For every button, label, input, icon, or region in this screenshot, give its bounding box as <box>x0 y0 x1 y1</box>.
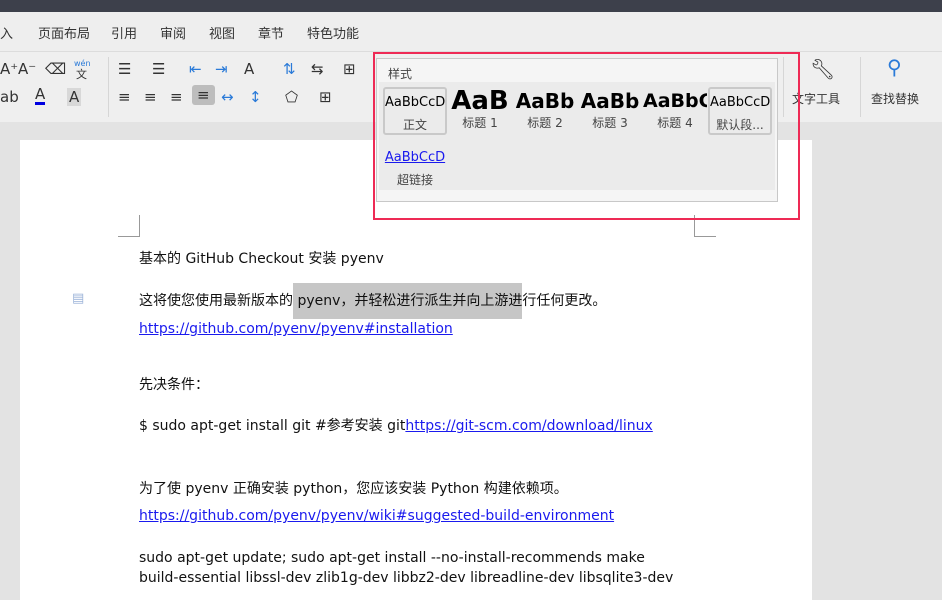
tab-special-features[interactable]: 特色功能 <box>307 23 359 42</box>
margin-mark <box>118 215 140 237</box>
decrease-indent-icon[interactable]: ⇤ <box>189 60 202 78</box>
wrench-icon[interactable]: 🔧︎ <box>810 59 835 79</box>
increase-indent-icon[interactable]: ⇥ <box>215 60 228 78</box>
distributed-icon[interactable]: ↔ <box>221 88 234 106</box>
paragraph-icon[interactable]: ▤ <box>72 290 84 308</box>
strikethrough-icon[interactable]: ab <box>0 88 19 106</box>
tab-page-layout[interactable]: 页面布局 <box>38 23 90 42</box>
tab-review[interactable]: 审阅 <box>160 23 186 42</box>
doc-line: 先决条件： <box>139 377 209 393</box>
align-center-icon[interactable]: ≡ <box>144 88 157 106</box>
tab-chapter[interactable]: 章节 <box>258 23 284 42</box>
shading-icon[interactable]: ⬠ <box>285 88 298 106</box>
numbered-list-icon[interactable]: ☰ <box>152 60 165 78</box>
borders-icon[interactable]: ⊞ <box>319 88 332 106</box>
tab-references[interactable]: 引用 <box>111 23 137 42</box>
table-icon[interactable]: ⊞ <box>343 60 356 78</box>
align-right-icon[interactable]: ≡ <box>170 88 183 106</box>
link[interactable]: https://git-scm.com/download/linux <box>405 418 652 434</box>
tab-view[interactable]: 视图 <box>209 23 235 42</box>
menu-bar: 入 页面布局 引用 审阅 视图 章节 特色功能 <box>0 12 942 52</box>
shrink-font-icon[interactable]: A⁻ <box>18 60 36 78</box>
justify-icon[interactable]: ≡ <box>192 85 215 105</box>
doc-line: sudo apt-get update; sudo apt-get instal… <box>139 550 645 566</box>
doc-line: build-essential libssl-dev zlib1g-dev li… <box>139 570 674 586</box>
line-spacing-icon[interactable]: ↕ <box>249 88 262 106</box>
title-bar <box>0 0 942 12</box>
sort-icon[interactable]: ⇅ <box>283 60 296 78</box>
divider <box>860 57 861 117</box>
tab-insert[interactable]: 入 <box>0 23 13 42</box>
align-left-icon[interactable]: ≡ <box>118 88 131 106</box>
doc-line: 这将使您使用最新版本的 pyenv，并轻松进行派生并向上游进行任何更改。 <box>139 283 606 319</box>
selection: pyenv，并轻松进行派生并向上游进 <box>293 283 523 319</box>
divider <box>108 57 109 117</box>
eraser-icon[interactable]: ⌫ <box>45 60 66 78</box>
search-icon[interactable]: ⚲ <box>887 57 902 77</box>
doc-line: 为了使 pyenv 正确安装 python，您应该安装 Python 构建依赖项… <box>139 481 568 497</box>
doc-line: $ sudo apt-get install git #参考安装 githttp… <box>139 418 653 434</box>
char-shading-icon[interactable]: A <box>67 88 82 106</box>
grow-font-icon[interactable]: A⁺ <box>0 60 18 78</box>
font-color-icon[interactable]: A <box>35 87 46 105</box>
link[interactable]: https://github.com/pyenv/pyenv#installat… <box>139 321 453 337</box>
doc-line: 基本的 GitHub Checkout 安装 pyenv <box>139 251 384 267</box>
highlight-annotation <box>373 52 800 220</box>
link[interactable]: https://github.com/pyenv/pyenv/wiki#sugg… <box>139 508 614 524</box>
pinyin-char: 文 <box>76 68 87 81</box>
bullet-list-icon[interactable]: ☰ <box>118 60 131 78</box>
line-break-icon[interactable]: ⇆ <box>311 60 324 78</box>
char-spacing-icon[interactable]: A <box>244 60 254 78</box>
find-replace-button[interactable]: 查找替换 <box>871 90 919 107</box>
